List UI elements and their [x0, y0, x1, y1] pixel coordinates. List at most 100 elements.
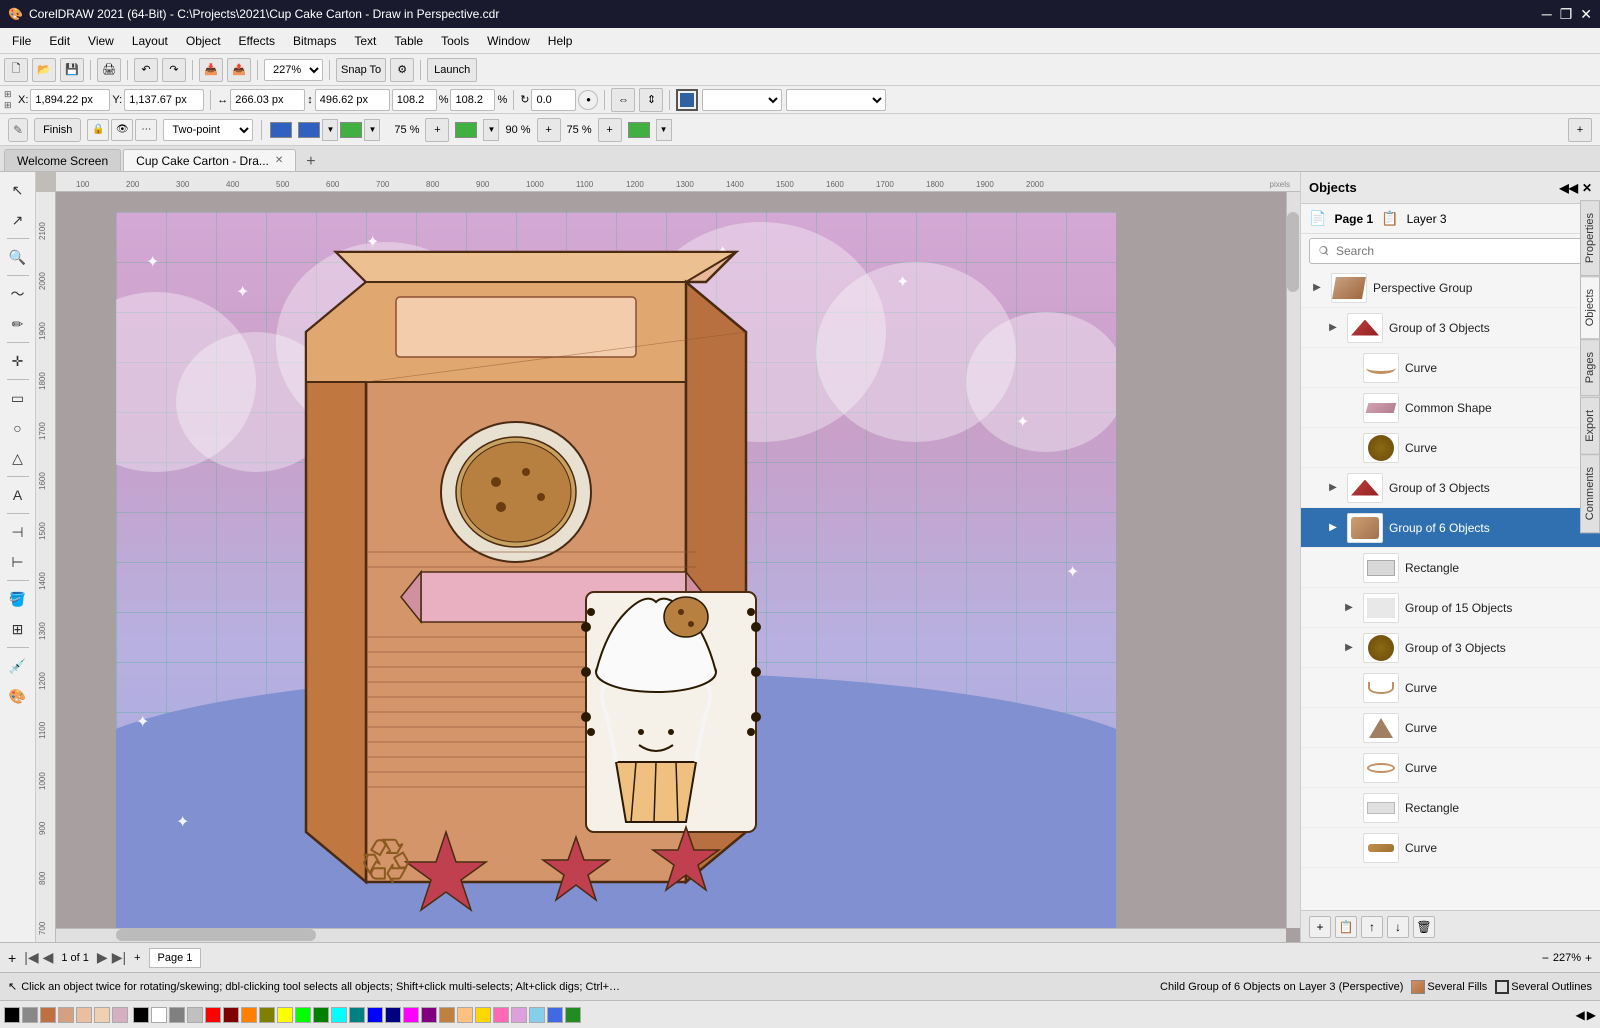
comments-tab[interactable]: Comments [1580, 454, 1600, 533]
list-item[interactable]: Curve [1301, 668, 1600, 708]
add-layer-button[interactable]: + [1309, 916, 1331, 938]
pages-tab[interactable]: Pages [1580, 339, 1600, 396]
color-swatch[interactable] [421, 1007, 437, 1023]
new-tab-button[interactable]: + [298, 153, 323, 171]
import-button[interactable]: 📥 [199, 58, 223, 82]
page-name-field[interactable]: Page 1 [149, 948, 202, 968]
color-swatch[interactable] [133, 1007, 149, 1023]
zoom-combo[interactable]: 227%100%75%50% [264, 59, 323, 81]
color-swatch[interactable] [277, 1007, 293, 1023]
fill-type-combo[interactable] [702, 89, 782, 111]
color-swatch[interactable] [529, 1007, 545, 1023]
swatch-6[interactable] [112, 1007, 128, 1023]
freehand-tool[interactable]: ↗ [4, 206, 32, 234]
width-input[interactable] [230, 89, 305, 111]
expand-arrow[interactable]: ▶ [1325, 480, 1341, 496]
color-swatch[interactable] [457, 1007, 473, 1023]
x-input[interactable] [30, 89, 110, 111]
color-swatch[interactable] [367, 1007, 383, 1023]
transform-tool[interactable]: ✛ [4, 347, 32, 375]
zoom-in-button[interactable]: + [1585, 951, 1592, 965]
close-panel-button[interactable]: ✕ [1582, 181, 1592, 195]
color-swatch[interactable] [475, 1007, 491, 1023]
next-page-button[interactable]: ▶ [97, 949, 108, 966]
prev-page-button[interactable]: ◀ [43, 949, 54, 966]
list-item[interactable]: Rectangle [1301, 788, 1600, 828]
expand-arrow[interactable]: ▶ [1309, 280, 1325, 296]
add-page-end-button[interactable]: + [134, 952, 140, 964]
search-input[interactable] [1309, 238, 1592, 264]
move-down-button[interactable]: ↓ [1387, 916, 1409, 938]
color-box-2[interactable] [340, 122, 362, 138]
delete-button[interactable]: 🗑 [1413, 916, 1435, 938]
color-swatch[interactable] [439, 1007, 455, 1023]
perc1-plus[interactable]: + [425, 118, 449, 142]
color-swatch[interactable] [349, 1007, 365, 1023]
color-box-3[interactable] [455, 122, 477, 138]
fill-color[interactable] [676, 89, 698, 111]
close-button[interactable]: ✕ [1580, 6, 1592, 23]
lock-button[interactable]: 🔒 [87, 119, 109, 141]
add-page-button[interactable]: + [8, 950, 16, 966]
expand-arrow[interactable]: ▶ [1325, 320, 1341, 336]
color-swatch[interactable] [493, 1007, 509, 1023]
add-tab-btn[interactable]: + [1568, 118, 1592, 142]
dimension-tool[interactable]: ⊣ [4, 518, 32, 546]
color-swatch[interactable] [259, 1007, 275, 1023]
polygon-tool[interactable]: △ [4, 444, 32, 472]
color-drop-1[interactable]: ▼ [322, 119, 338, 141]
y-input[interactable] [124, 89, 204, 111]
menu-tools[interactable]: Tools [433, 32, 477, 50]
minimize-button[interactable]: ─ [1542, 6, 1552, 23]
hscroll-thumb[interactable] [116, 929, 316, 941]
perc3-plus[interactable]: + [598, 118, 622, 142]
properties-tab[interactable]: Properties [1580, 200, 1600, 276]
color-swatch[interactable] [385, 1007, 401, 1023]
menu-help[interactable]: Help [540, 32, 581, 50]
color-swatch[interactable] [565, 1007, 581, 1023]
perspective-mode-combo[interactable]: Two-point One-point Three-point [163, 119, 253, 141]
outline-combo[interactable] [786, 89, 886, 111]
text-tool[interactable]: A [4, 481, 32, 509]
list-item[interactable]: Curve [1301, 708, 1600, 748]
expand-arrow[interactable]: ▶ [1341, 640, 1357, 656]
rectangle-tool[interactable]: ▭ [4, 384, 32, 412]
list-item[interactable]: Rectangle [1301, 548, 1600, 588]
eye-button[interactable]: 👁 [111, 119, 133, 141]
angle-input[interactable] [531, 89, 576, 111]
last-page-button[interactable]: ▶| [112, 949, 126, 966]
color-drop-3[interactable]: ▼ [483, 119, 499, 141]
pen-tool[interactable]: ✏ [4, 310, 32, 338]
menu-view[interactable]: View [80, 32, 122, 50]
zoom-out-button[interactable]: − [1542, 951, 1549, 965]
redo-button[interactable]: ↷ [162, 58, 186, 82]
menu-effects[interactable]: Effects [231, 32, 283, 50]
settings-button2[interactable]: ⋯ [135, 119, 157, 141]
list-item[interactable]: Curve [1301, 428, 1600, 468]
export-button[interactable]: 📤 [227, 58, 251, 82]
eyedropper-tool[interactable]: 💉 [4, 652, 32, 680]
objects-side-tab[interactable]: Objects [1580, 276, 1600, 339]
palette-next[interactable]: ▶ [1587, 1008, 1596, 1022]
color-swatch[interactable] [331, 1007, 347, 1023]
collapse-panel-button[interactable]: ◀◀ [1559, 181, 1577, 195]
menu-bitmaps[interactable]: Bitmaps [285, 32, 344, 50]
list-item[interactable]: Curve [1301, 348, 1600, 388]
menu-table[interactable]: Table [386, 32, 431, 50]
menu-window[interactable]: Window [479, 32, 538, 50]
first-page-button[interactable]: |◀ [24, 949, 38, 966]
fill-swatch-2[interactable] [40, 1007, 56, 1023]
paintbucket-tool[interactable]: 🎨 [4, 682, 32, 710]
open-button[interactable]: 📂 [32, 58, 56, 82]
list-item[interactable]: ▶Group of 15 Objects [1301, 588, 1600, 628]
height-input[interactable] [315, 89, 390, 111]
menu-layout[interactable]: Layout [124, 32, 176, 50]
color-swatch[interactable] [241, 1007, 257, 1023]
list-item[interactable]: ▶Group of 3 Objects [1301, 628, 1600, 668]
color-swatch[interactable] [223, 1007, 239, 1023]
list-item[interactable]: Curve [1301, 748, 1600, 788]
vertical-scrollbar[interactable] [1286, 192, 1300, 928]
menu-text[interactable]: Text [346, 32, 384, 50]
color-swatch[interactable] [205, 1007, 221, 1023]
curve-tool[interactable]: 〜 [4, 280, 32, 308]
